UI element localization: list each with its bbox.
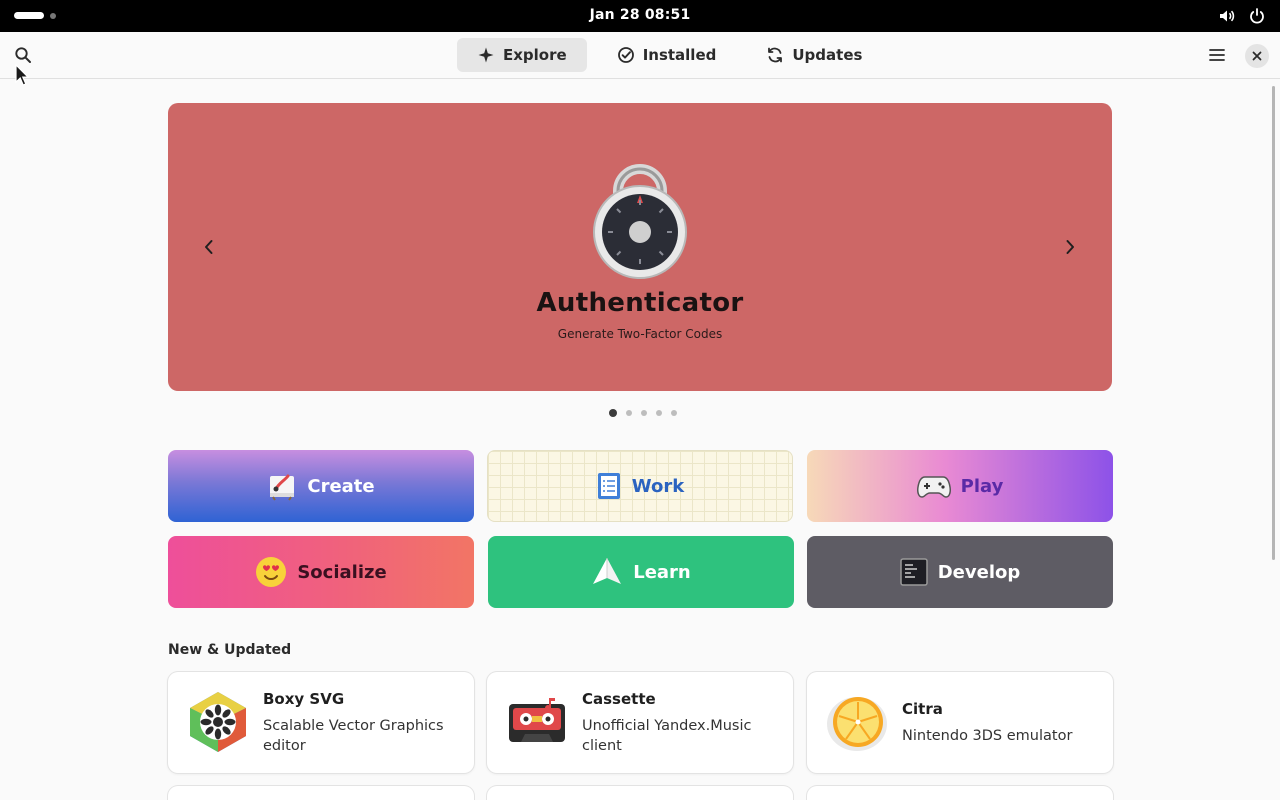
- carousel-dot[interactable]: [656, 410, 662, 416]
- updates-refresh-icon: [768, 47, 783, 63]
- tab-installed[interactable]: Installed: [597, 38, 737, 72]
- category-socialize-label: Socialize: [297, 561, 387, 583]
- carousel-dot[interactable]: [641, 410, 647, 416]
- paper-plane-icon: [593, 558, 622, 584]
- app-name: Citra: [902, 700, 943, 718]
- category-work-button[interactable]: Work: [487, 450, 793, 522]
- tab-installed-label: Installed: [642, 46, 717, 64]
- chevron-left-icon: [205, 240, 213, 254]
- carousel-dot[interactable]: [626, 410, 632, 416]
- chevron-right-icon: [1066, 240, 1074, 254]
- carousel-previous-button[interactable]: [193, 231, 225, 263]
- app-card-boxy-svg[interactable]: Boxy SVG Scalable Vector Graphics editor: [168, 672, 474, 773]
- category-create-button[interactable]: Create: [168, 450, 474, 522]
- app-card-citra[interactable]: Citra Nintendo 3DS emulator: [807, 672, 1113, 773]
- category-learn-label: Learn: [633, 561, 691, 583]
- banner-app-title: Authenticator: [536, 288, 744, 318]
- carousel-indicator: [609, 409, 677, 417]
- work-icon: [597, 473, 620, 499]
- power-icon[interactable]: [1248, 7, 1266, 25]
- main-menu-button[interactable]: [1200, 38, 1234, 72]
- clock[interactable]: Jan 28 08:51: [0, 7, 1280, 23]
- citra-icon: [827, 697, 887, 751]
- boxy-svg-icon: [190, 692, 246, 752]
- category-play-button[interactable]: Play: [807, 450, 1113, 522]
- close-window-button[interactable]: [1245, 44, 1269, 68]
- gamepad-icon: [916, 476, 951, 498]
- tab-updates[interactable]: Updates: [746, 38, 882, 72]
- app-card-cassette[interactable]: Cassette Unofficial Yandex.Music client: [487, 672, 793, 773]
- app-card-partial[interactable]: [168, 786, 474, 800]
- tab-updates-label: Updates: [792, 46, 863, 64]
- carousel-dot[interactable]: [609, 409, 617, 417]
- category-develop-button[interactable]: Develop: [807, 536, 1113, 608]
- authenticator-lock-icon: [593, 164, 687, 279]
- app-card-partial[interactable]: [807, 786, 1113, 800]
- app-name: Boxy SVG: [263, 690, 345, 708]
- view-switcher: Explore Installed Updates: [457, 38, 882, 72]
- tab-explore-label: Explore: [503, 46, 567, 64]
- terminal-icon: [899, 558, 928, 586]
- close-icon: [1252, 51, 1262, 61]
- category-learn-button[interactable]: Learn: [488, 536, 794, 608]
- app-description: Scalable Vector Graphics editor: [263, 718, 444, 754]
- carousel-next-button[interactable]: [1054, 231, 1086, 263]
- carousel-dot[interactable]: [671, 410, 677, 416]
- create-icon: [270, 474, 295, 501]
- system-top-bar: Jan 28 08:51: [0, 0, 1280, 32]
- installed-check-icon: [617, 47, 634, 63]
- app-description: Unofficial Yandex.Music client: [582, 718, 752, 754]
- category-play-label: Play: [960, 475, 1004, 497]
- app-card-partial[interactable]: [487, 786, 793, 800]
- category-develop-label: Develop: [937, 561, 1021, 583]
- volume-icon[interactable]: [1218, 7, 1236, 25]
- mouse-pointer-icon: [15, 64, 29, 86]
- heart-eyes-emoji-icon: [256, 557, 287, 587]
- tab-explore[interactable]: Explore: [457, 38, 587, 72]
- cassette-icon: [509, 698, 565, 742]
- app-description: Nintendo 3DS emulator: [902, 728, 1073, 744]
- scrollbar[interactable]: [1272, 86, 1275, 560]
- app-name: Cassette: [582, 690, 656, 708]
- banner-app-subtitle: Generate Two-Factor Codes: [557, 327, 723, 341]
- header-bar: Explore Installed Updates: [0, 32, 1280, 79]
- featured-carousel[interactable]: Authenticator Generate Two-Factor Codes: [168, 103, 1112, 391]
- section-title-new-updated: New & Updated: [168, 642, 292, 658]
- category-create-label: Create: [307, 475, 375, 497]
- category-socialize-button[interactable]: Socialize: [168, 536, 474, 608]
- search-icon: [15, 47, 31, 63]
- category-work-label: Work: [631, 475, 685, 497]
- hamburger-menu-icon: [1209, 49, 1225, 61]
- explore-icon: [478, 47, 494, 63]
